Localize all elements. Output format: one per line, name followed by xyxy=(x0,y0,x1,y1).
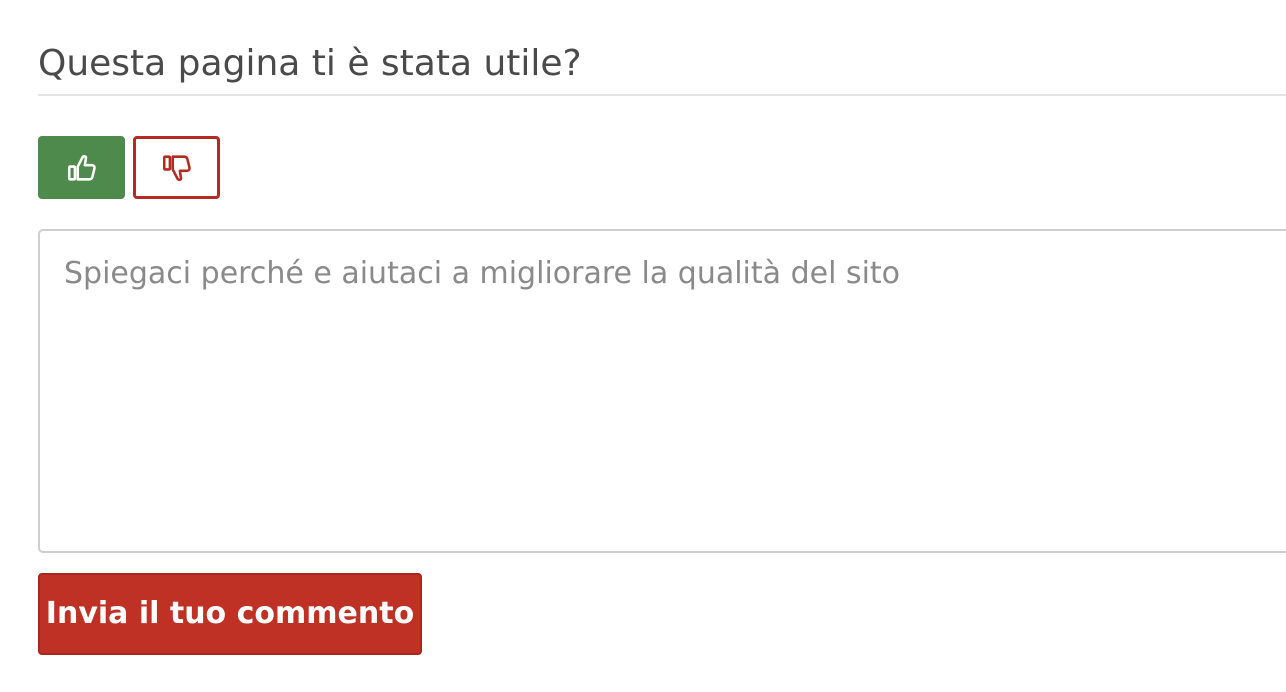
thumbs-up-icon xyxy=(67,154,96,181)
feedback-section: Questa pagina ti è stata utile? Invia il… xyxy=(0,0,1286,692)
vote-yes-button[interactable] xyxy=(38,136,125,199)
title-divider xyxy=(38,94,1286,96)
submit-comment-button[interactable]: Invia il tuo commento xyxy=(38,573,422,655)
comment-textarea[interactable] xyxy=(38,229,1286,553)
vote-no-button[interactable] xyxy=(133,136,220,199)
thumbs-down-icon xyxy=(162,154,191,181)
page-title: Questa pagina ti è stata utile? xyxy=(38,43,582,84)
